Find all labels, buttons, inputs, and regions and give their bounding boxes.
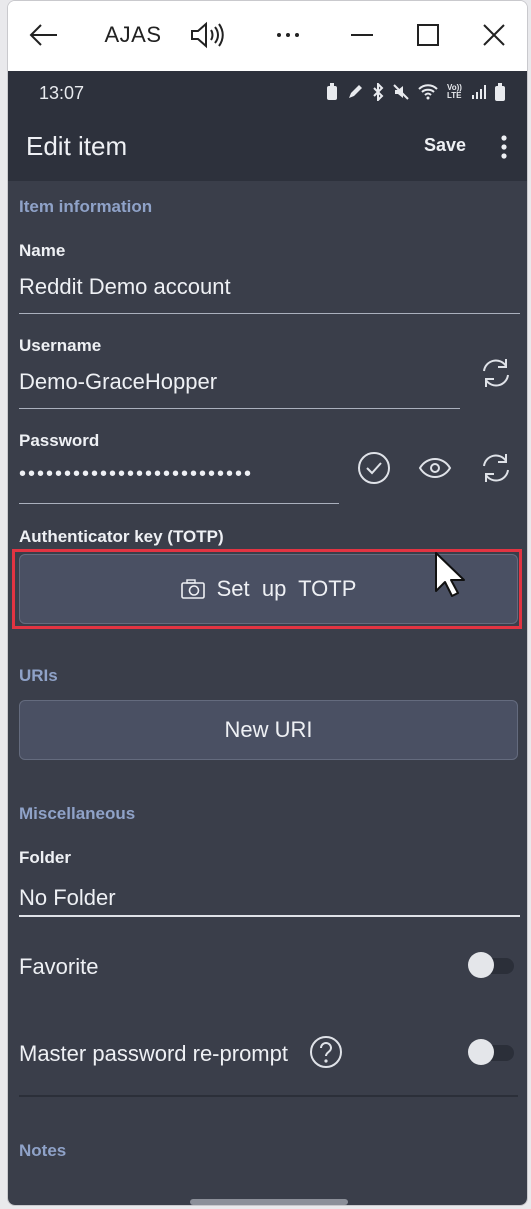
folder-label: Folder (19, 848, 71, 867)
help-icon[interactable] (306, 1032, 346, 1072)
section-item-information: Item information (19, 197, 153, 216)
reprompt-label: Master password re-prompt (19, 1041, 288, 1066)
section-uris: URIs (19, 666, 58, 685)
folder-select[interactable]: No Folder (19, 885, 116, 911)
signal-icon (472, 85, 486, 99)
app-window: AJAS 13:07 Vo)) LTE Edit item Save Item … (7, 0, 528, 1206)
close-icon[interactable] (474, 1, 514, 69)
overflow-menu-icon[interactable] (492, 129, 516, 165)
reprompt-toggle[interactable] (468, 1039, 516, 1065)
name-label: Name (19, 241, 66, 260)
window-title: AJAS (104, 22, 162, 47)
generate-username-icon[interactable] (476, 353, 516, 393)
favorite-label: Favorite (19, 954, 99, 979)
volte-icon: Vo)) LTE (447, 83, 462, 100)
username-field-underline (19, 408, 460, 409)
totp-label: Authenticator key (TOTP) (19, 527, 224, 546)
bluetooth-icon (373, 83, 384, 101)
password-field-underline (19, 503, 339, 504)
check-password-icon[interactable] (354, 448, 394, 488)
speaker-icon[interactable] (186, 1, 228, 69)
app-screen: 13:07 Vo)) LTE Edit item Save Item infor… (8, 71, 527, 1205)
password-field[interactable]: •••••••••••••••••••••••••• (19, 463, 339, 486)
more-icon[interactable] (268, 1, 308, 69)
status-bar: 13:07 Vo)) LTE (8, 71, 527, 115)
name-field[interactable]: Reddit Demo account (19, 274, 231, 300)
username-field[interactable]: Demo-GraceHopper (19, 369, 217, 395)
wifi-icon (418, 84, 438, 100)
favorite-toggle-knob (468, 952, 494, 978)
minimize-icon[interactable] (342, 1, 382, 69)
pen-icon (349, 85, 362, 98)
status-time: 13:07 (39, 83, 85, 103)
folder-underline (19, 915, 520, 917)
mouse-cursor-icon (434, 551, 466, 602)
favorite-toggle[interactable] (468, 952, 516, 978)
section-miscellaneous: Miscellaneous (19, 804, 136, 823)
new-uri-button[interactable]: New URI (19, 700, 518, 760)
save-button[interactable]: Save (424, 135, 466, 156)
battery-saver-icon (327, 83, 337, 100)
generate-password-icon[interactable] (476, 448, 516, 488)
gesture-bar (190, 1199, 348, 1205)
section-divider (19, 1095, 518, 1097)
app-bar: Edit item Save (8, 115, 527, 181)
section-notes: Notes (19, 1141, 67, 1160)
battery-icon (495, 83, 505, 101)
back-arrow-icon[interactable] (24, 1, 64, 69)
mute-icon (393, 84, 409, 100)
name-field-underline (19, 313, 520, 314)
status-icons: Vo)) LTE (326, 83, 505, 101)
password-label: Password (19, 431, 100, 450)
maximize-icon[interactable] (408, 1, 448, 69)
reprompt-toggle-knob (468, 1039, 494, 1065)
window-titlebar: AJAS (8, 1, 527, 69)
username-label: Username (19, 336, 102, 355)
page-title: Edit item (26, 131, 128, 161)
eye-icon[interactable] (415, 448, 455, 488)
